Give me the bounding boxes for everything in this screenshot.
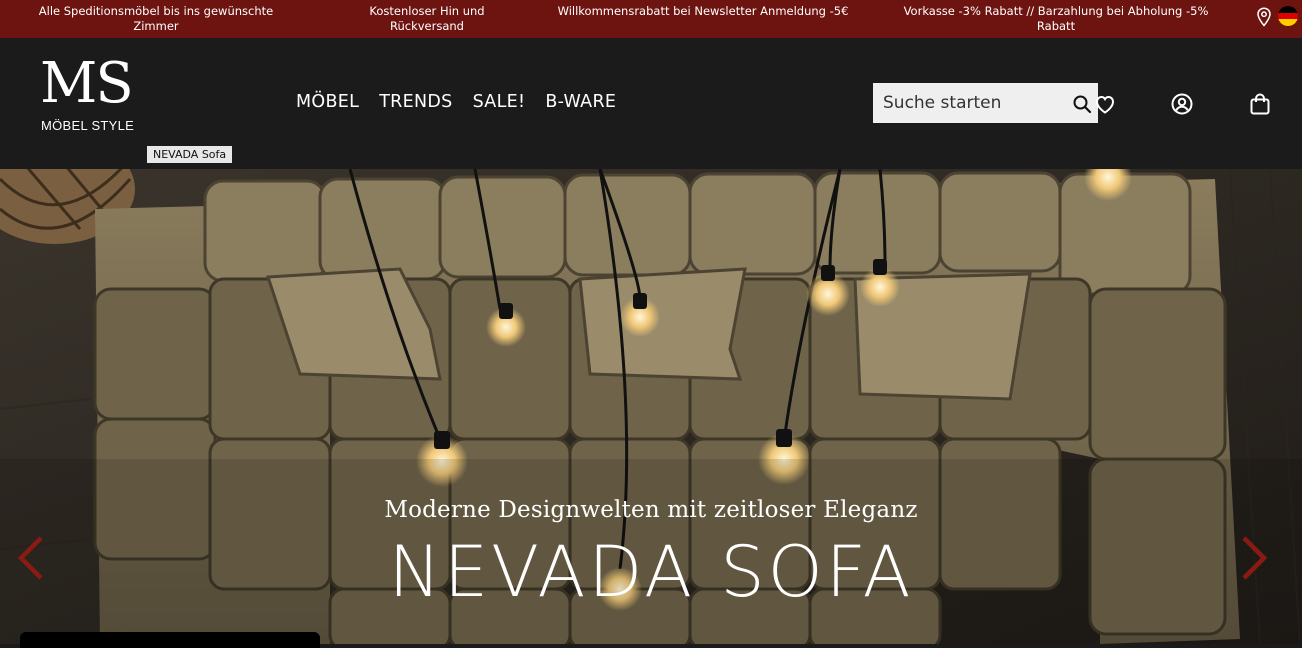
- german-flag-icon[interactable]: [1278, 6, 1298, 26]
- promo-bar: Alle Speditionsmöbel bis ins gewünschte …: [0, 0, 1302, 38]
- main-nav: MÖBEL TRENDS SALE! B-WARE: [296, 92, 616, 112]
- chevron-right-icon[interactable]: [1240, 535, 1270, 581]
- promo-text-newsletter: Willkommensrabatt bei Newsletter Anmeldu…: [557, 4, 849, 18]
- hero-subtitle: Moderne Designwelten mit zeitloser Elega…: [384, 497, 918, 523]
- logo[interactable]: MS MÖBEL STYLE: [40, 56, 150, 136]
- nav-item-moebel[interactable]: MÖBEL: [296, 92, 359, 112]
- location-pin-icon[interactable]: [1256, 7, 1272, 27]
- cookie-banner-edge: [20, 632, 320, 648]
- tooltip: NEVADA Sofa: [147, 146, 233, 163]
- nav-item-sale[interactable]: SALE!: [473, 92, 526, 112]
- nav-item-b-ware[interactable]: B-WARE: [545, 92, 616, 112]
- logo-mark: MS: [40, 51, 134, 116]
- search-box: [873, 83, 1098, 123]
- promo-text-delivery: Alle Speditionsmöbel bis ins gewünschte …: [38, 4, 274, 33]
- heart-icon[interactable]: [1093, 92, 1117, 116]
- user-icon[interactable]: [1170, 92, 1194, 116]
- nav-item-trends[interactable]: TRENDS: [379, 92, 452, 112]
- search-input[interactable]: [873, 83, 1063, 123]
- logo-subtitle: MÖBEL STYLE: [41, 118, 135, 133]
- hero-banner[interactable]: Moderne Designwelten mit zeitloser Elega…: [0, 169, 1302, 644]
- promo-text-shipping: Kostenloser Hin und Rückversand: [369, 4, 485, 33]
- bag-icon[interactable]: [1248, 92, 1272, 116]
- hero-title: NEVADA SOFA: [388, 531, 914, 613]
- promo-text-payment: Vorkasse -3% Rabatt // Barzahlung bei Ab…: [903, 4, 1209, 33]
- chevron-left-icon[interactable]: [15, 535, 45, 581]
- search-icon[interactable]: [1072, 94, 1092, 114]
- site-header: MS MÖBEL STYLE NEVADA Sofa MÖBEL TRENDS …: [0, 38, 1302, 169]
